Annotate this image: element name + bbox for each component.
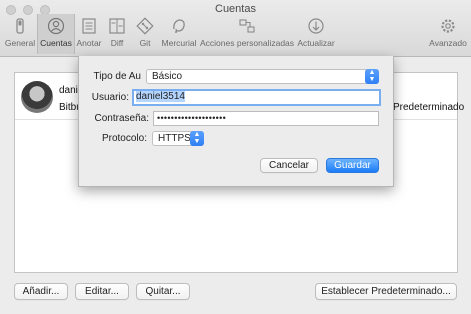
toolbar-item-label: Diff bbox=[110, 38, 124, 48]
toolbar-item-label: Acciones personalizadas bbox=[200, 38, 295, 48]
toolbar-item-avanzado[interactable]: Avanzado bbox=[428, 14, 468, 54]
toolbar-item-general[interactable]: General bbox=[4, 14, 36, 54]
toolbar-item-label: Cuentas bbox=[40, 38, 72, 48]
git-icon bbox=[136, 17, 154, 35]
toolbar-item-label: Actualizar bbox=[297, 38, 335, 48]
toolbar-item-actualizar[interactable]: Actualizar bbox=[296, 14, 336, 54]
update-icon bbox=[308, 18, 324, 34]
toolbar-item-label: General bbox=[4, 38, 36, 48]
toolbar-item-diff[interactable]: Diff bbox=[106, 14, 128, 54]
title-bar: Cuentas General Cuentas Anotar Diff Git … bbox=[0, 0, 471, 57]
edit-account-button[interactable]: Editar... bbox=[75, 283, 129, 300]
toolbar-item-label: Mercurial bbox=[161, 38, 197, 48]
password-value: •••••••••••••••••••• bbox=[157, 113, 227, 123]
user-icon bbox=[47, 17, 65, 35]
toolbar-item-label: Anotar bbox=[76, 38, 102, 48]
protocol-value: HTTPS bbox=[158, 133, 191, 144]
password-field[interactable]: •••••••••••••••••••• bbox=[153, 111, 379, 126]
toolbar-item-mercurial[interactable]: Mercurial bbox=[160, 14, 198, 54]
cancel-button[interactable]: Cancelar bbox=[260, 158, 318, 173]
custom-actions-icon bbox=[239, 19, 255, 33]
toolbar-item-label: Git bbox=[139, 38, 151, 48]
gear-icon bbox=[441, 19, 455, 33]
protocol-label: Protocolo: bbox=[101, 133, 147, 144]
toolbar-item-git[interactable]: Git bbox=[134, 14, 156, 54]
toolbar-item-label: Avanzado bbox=[429, 38, 467, 48]
protocol-select[interactable]: HTTPS ▲ ▼ bbox=[152, 131, 204, 146]
auth-type-select[interactable]: Básico ▲ ▼ bbox=[146, 69, 379, 84]
switch-icon bbox=[16, 18, 24, 34]
chevron-updown-icon: ▲ ▼ bbox=[365, 69, 379, 84]
save-button[interactable]: Guardar bbox=[326, 158, 379, 173]
toolbar-item-anotar[interactable]: Anotar bbox=[75, 14, 103, 54]
username-value: daniel3514 bbox=[136, 91, 185, 102]
toolbar-item-cuentas[interactable]: Cuentas bbox=[37, 14, 75, 54]
password-label: Contraseña: bbox=[94, 113, 149, 124]
avatar bbox=[21, 81, 53, 113]
account-default-label: Predeterminado bbox=[393, 102, 465, 113]
auth-type-value: Básico bbox=[152, 71, 183, 82]
remove-account-button[interactable]: Quitar... bbox=[136, 283, 190, 300]
set-default-button[interactable]: Establecer Predeterminado... bbox=[315, 283, 457, 300]
username-field[interactable]: daniel3514 bbox=[132, 89, 381, 106]
chevron-updown-icon: ▲ ▼ bbox=[190, 131, 204, 146]
auth-type-label: Tipo de Au bbox=[93, 71, 141, 82]
toolbar-item-acciones-personalizadas[interactable]: Acciones personalizadas bbox=[200, 14, 294, 54]
username-label: Usuario: bbox=[91, 92, 129, 103]
diff-icon bbox=[109, 18, 125, 34]
account-edit-sheet: Tipo de Au Básico ▲ ▼ Usuario: daniel3514… bbox=[78, 56, 394, 187]
mercurial-icon bbox=[173, 19, 185, 33]
add-account-button[interactable]: Añadir... bbox=[14, 283, 68, 300]
document-icon bbox=[82, 18, 96, 34]
